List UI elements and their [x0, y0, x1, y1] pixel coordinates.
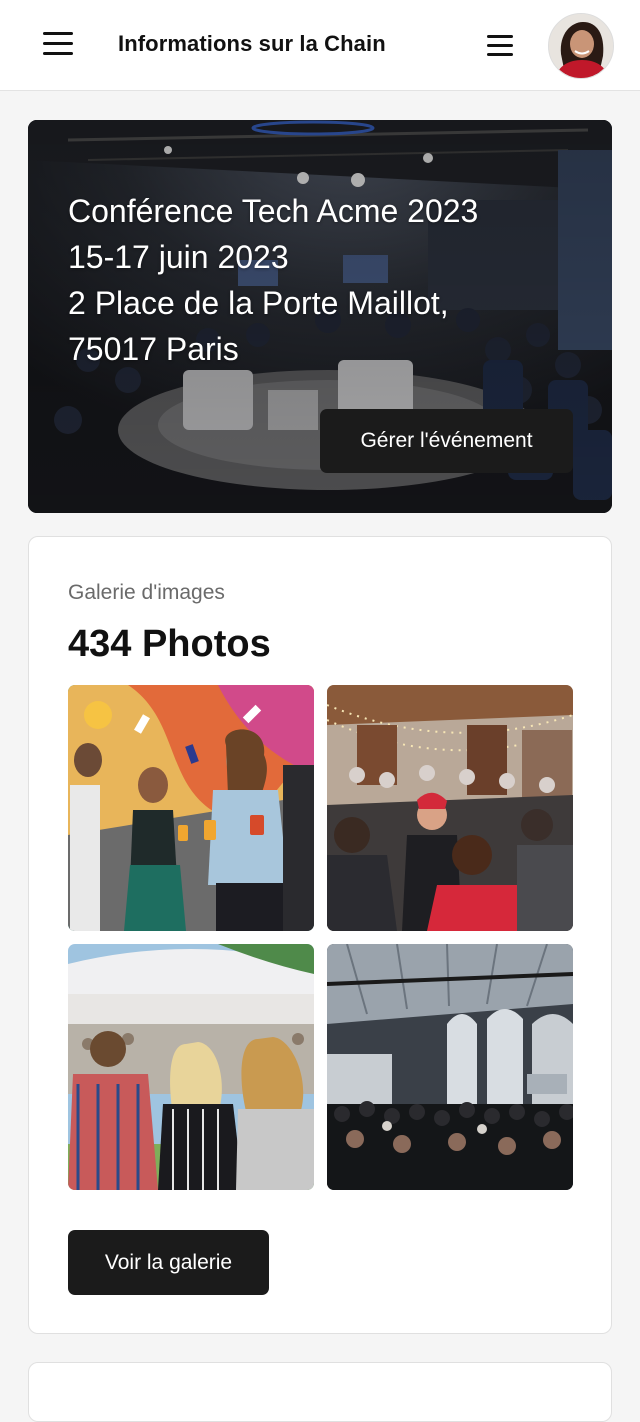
avatar-image — [549, 14, 613, 78]
secondary-menu-icon[interactable] — [484, 33, 518, 59]
next-section-card — [28, 1362, 612, 1422]
gallery-photo-4[interactable] — [327, 944, 573, 1190]
menu-icon[interactable] — [40, 30, 78, 60]
hall-event-photo — [327, 944, 573, 1190]
gallery-label: Galerie d'images — [68, 581, 225, 604]
mural-party-photo — [68, 685, 314, 931]
gallery-photo-2[interactable] — [327, 685, 573, 931]
photo-count: 434 Photos — [68, 623, 271, 665]
event-dates: 15-17 juin 2023 — [68, 239, 289, 275]
view-gallery-button[interactable]: Voir la galerie — [68, 1230, 269, 1295]
bar-crowd-photo — [327, 685, 573, 931]
event-address-line2: 75017 Paris — [68, 331, 239, 367]
manage-event-button[interactable]: Gérer l'événement — [320, 409, 573, 473]
event-details: Conférence Tech Acme 2023 15-17 juin 202… — [68, 188, 478, 372]
top-app-bar: Informations sur la Chain — [0, 0, 640, 91]
event-address-line1: 2 Place de la Porte Maillot, — [68, 285, 449, 321]
event-hero-banner: Conférence Tech Acme 2023 15-17 juin 202… — [28, 120, 612, 513]
event-name: Conférence Tech Acme 2023 — [68, 193, 479, 229]
page-title: Informations sur la Chain — [118, 31, 386, 56]
festival-crowd-photo — [68, 944, 314, 1190]
gallery-photo-1[interactable] — [68, 685, 314, 931]
avatar[interactable] — [548, 13, 614, 79]
image-gallery-card: Galerie d'images 434 Photos Voir la gale… — [28, 536, 612, 1334]
gallery-photo-3[interactable] — [68, 944, 314, 1190]
